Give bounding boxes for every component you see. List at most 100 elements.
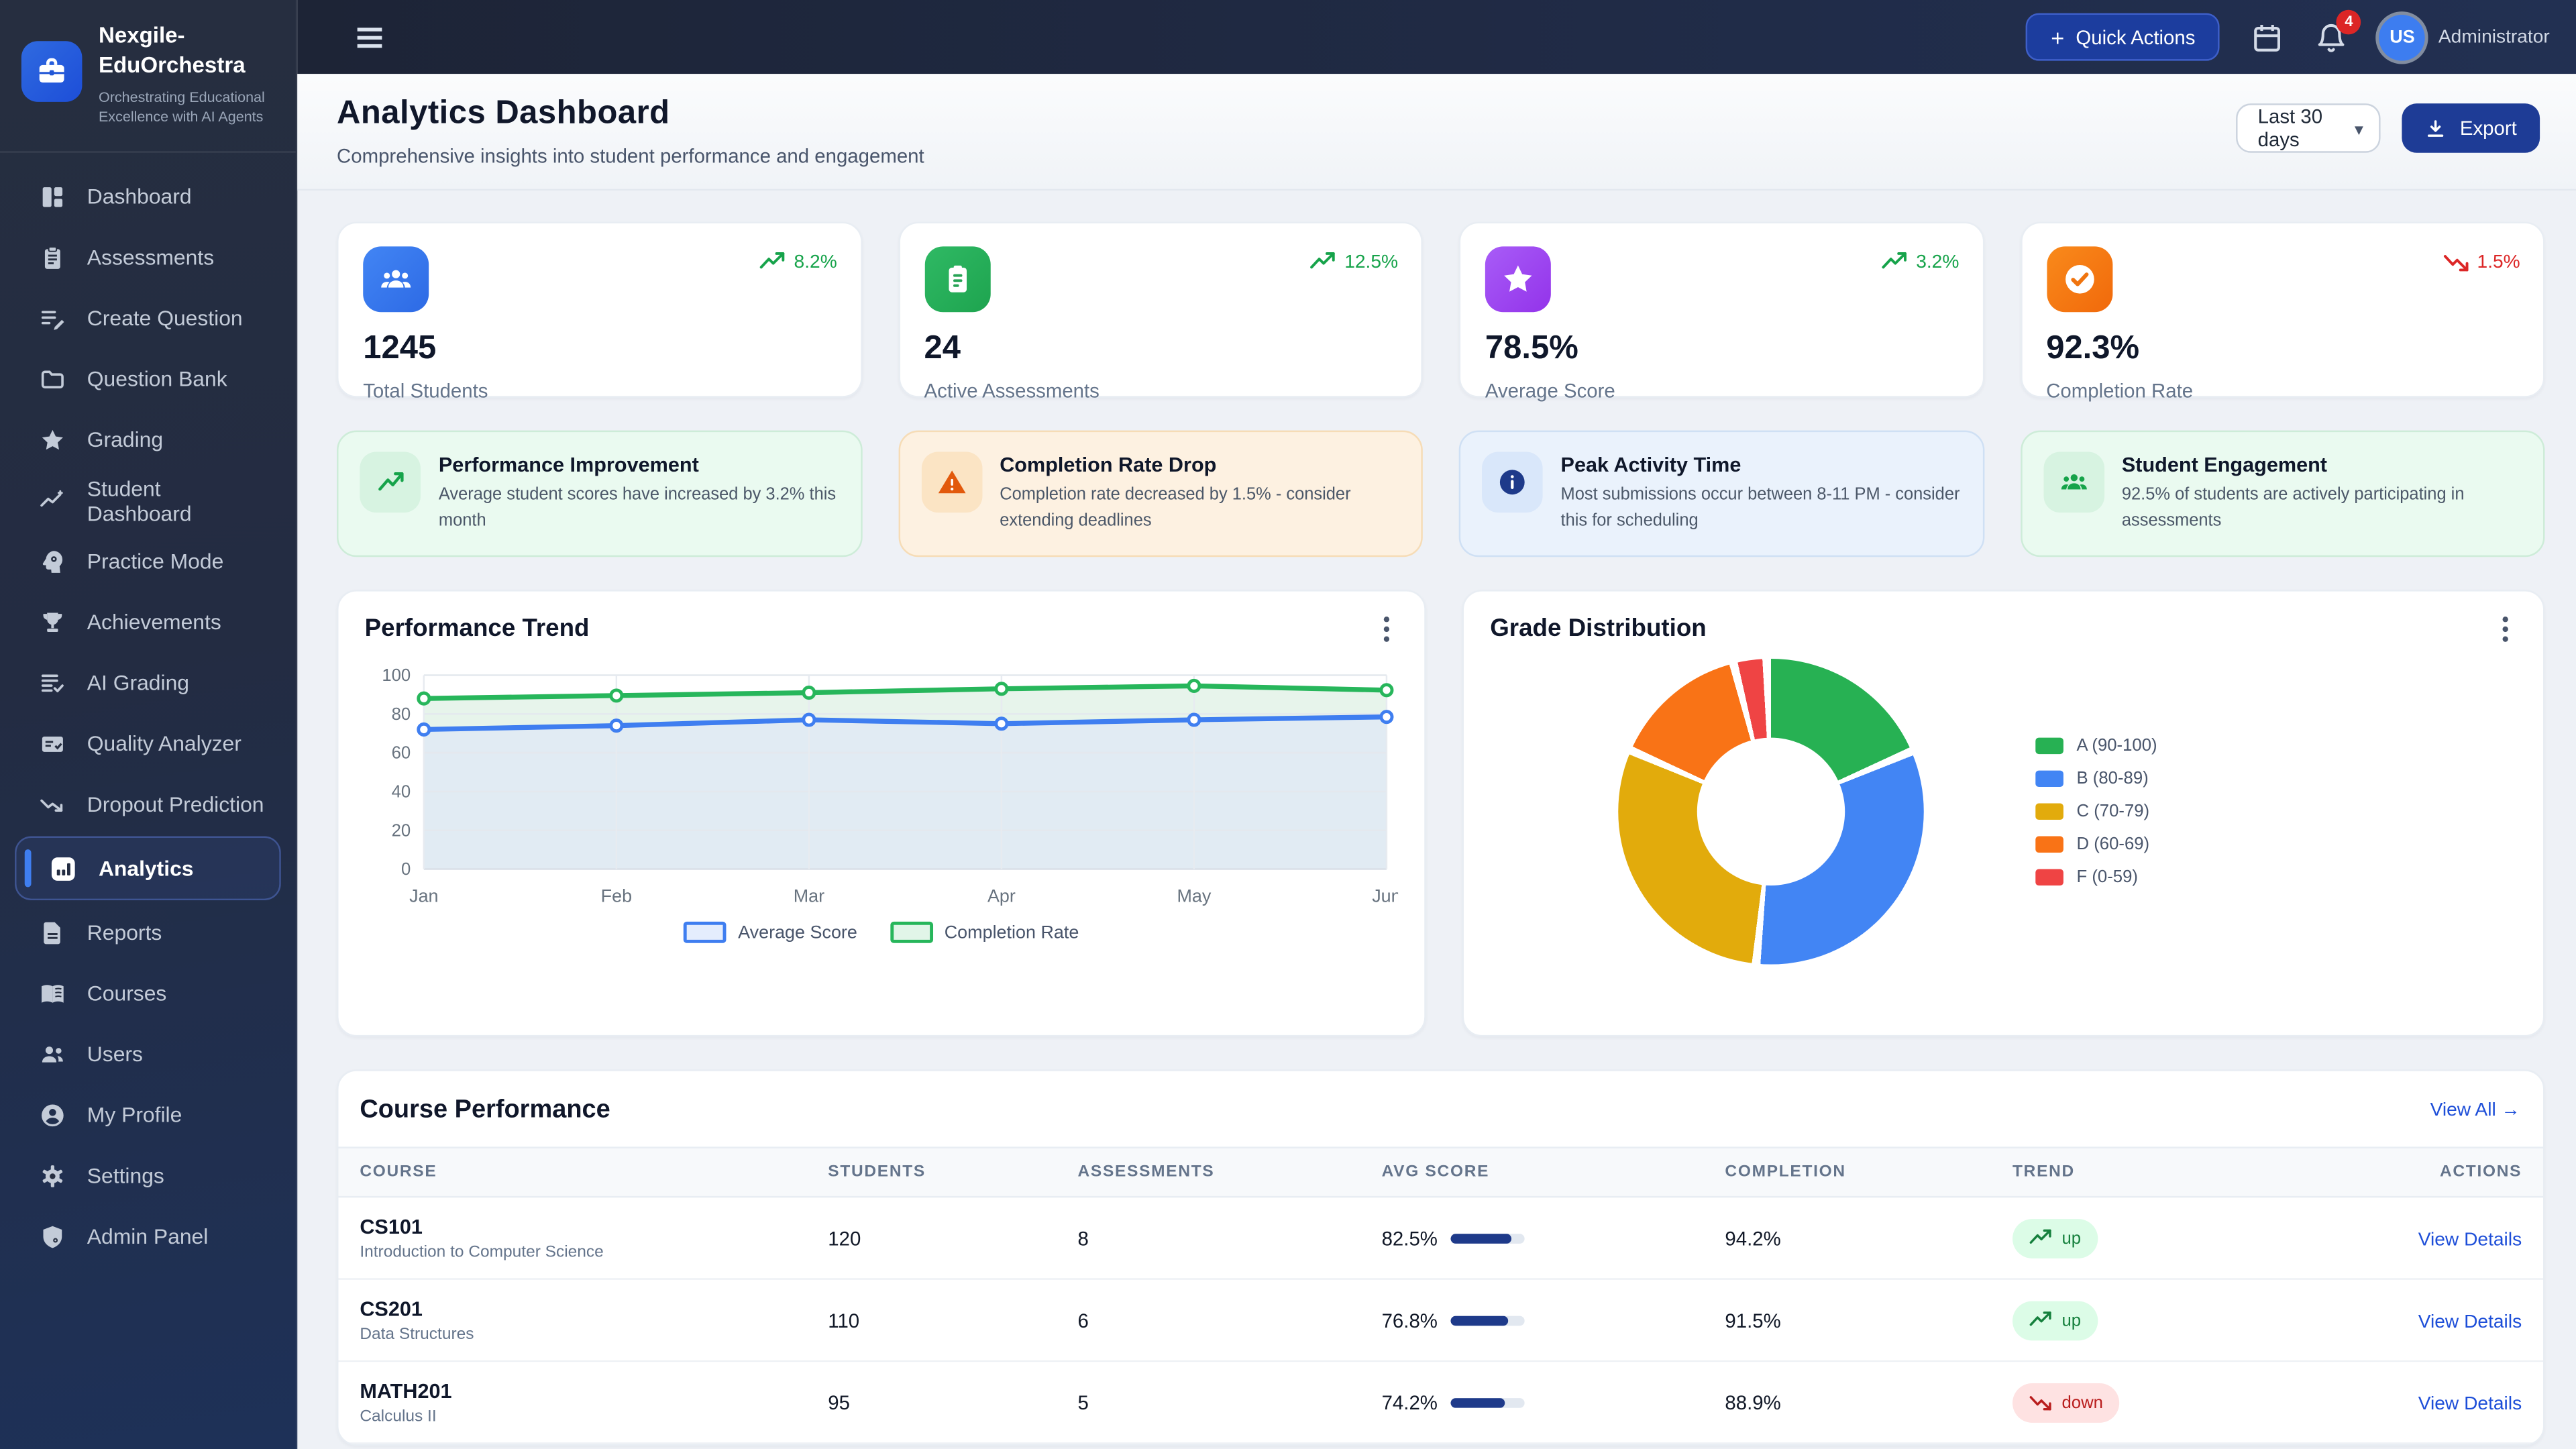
sidebar-item-users[interactable]: Users — [15, 1024, 281, 1085]
legend-item-average-score: Average Score — [684, 922, 857, 943]
completion-cell: 91.5% — [1725, 1309, 2012, 1332]
sidebar-nav: Dashboard Assessments Create Question Qu… — [0, 153, 296, 1267]
trend-down-icon — [38, 790, 66, 818]
kebab-menu-icon[interactable] — [1372, 614, 1401, 644]
sidebar-item-admin-panel[interactable]: Admin Panel — [15, 1206, 281, 1267]
stat-trend: 3.2% — [1882, 250, 1960, 276]
svg-text:Feb: Feb — [601, 885, 632, 906]
insight-card-completion-rate-drop: Completion Rate Drop Completion rate dec… — [898, 431, 1422, 557]
chevron-down-icon: ▼ — [2351, 121, 2366, 138]
stat-label: Total Students — [363, 380, 835, 402]
sidebar-item-courses[interactable]: Courses — [15, 963, 281, 1024]
star-icon — [38, 426, 66, 454]
sidebar-item-my-profile[interactable]: My Profile — [15, 1085, 281, 1146]
users-icon — [38, 1040, 66, 1069]
insight-desc: Average student scores have increased by… — [439, 483, 839, 536]
avg-bar-fill — [1451, 1315, 1508, 1325]
trend-pill: down — [2012, 1383, 2119, 1422]
avatar: US — [2379, 14, 2426, 60]
view-details-link[interactable]: View Details — [2418, 1394, 2522, 1413]
course-name: Calculus II — [360, 1407, 828, 1426]
sidebar-item-ai-grading[interactable]: AI Grading — [15, 653, 281, 714]
donut-legend: A (90-100) B (80-89) C (70-79) D (60-69)… — [2035, 736, 2157, 887]
export-button[interactable]: Export — [2402, 103, 2540, 152]
insight-desc: 92.5% of students are actively participa… — [2122, 483, 2522, 536]
gear-icon — [38, 1162, 66, 1190]
sidebar-item-dropout-prediction[interactable]: Dropout Prediction — [15, 774, 281, 835]
sidebar-item-reports[interactable]: Reports — [15, 902, 281, 963]
logo-row: Nexgile-EduOrchestra Orchestrating Educa… — [0, 0, 296, 153]
table-row: MATH201 Calculus II 95 5 74.2% 88.9% dow… — [338, 1362, 2543, 1444]
notifications-bell-icon[interactable]: 4 — [2315, 21, 2348, 54]
sidebar-item-label: AI Grading — [87, 670, 189, 695]
head-gear-icon — [38, 547, 66, 576]
stat-value: 24 — [924, 330, 1397, 368]
view-details-link[interactable]: View Details — [2418, 1230, 2522, 1249]
shield-icon — [38, 1222, 66, 1250]
trending-up-icon — [759, 250, 786, 276]
sidebar-item-student-dashboard[interactable]: Student Dashboard — [15, 470, 281, 531]
user-role-label: Administrator — [2438, 27, 2550, 46]
sidebar-item-label: Analytics — [99, 856, 194, 881]
kebab-menu-icon[interactable] — [2491, 614, 2520, 644]
legend-item-grade-c: C (70-79) — [2035, 802, 2157, 821]
view-details-link[interactable]: View Details — [2418, 1312, 2522, 1332]
info-circle-icon — [1482, 451, 1543, 513]
chart-title: Grade Distribution — [1490, 614, 2517, 643]
hamburger-menu-icon[interactable] — [352, 19, 388, 55]
donut-chart-area: A (90-100) B (80-89) C (70-79) D (60-69)… — [1490, 659, 2517, 965]
legend-swatch — [2035, 869, 2063, 885]
stat-value: 1245 — [363, 330, 835, 368]
sidebar-item-create-question[interactable]: Create Question — [15, 288, 281, 349]
completion-cell: 94.2% — [1725, 1226, 2012, 1249]
topbar-actions: + Quick Actions 4 US Administrator — [2026, 13, 2549, 61]
trend-line-icon — [38, 486, 66, 515]
user-menu[interactable]: US Administrator — [2379, 14, 2550, 60]
course-name: Data Structures — [360, 1325, 828, 1343]
insight-title: Peak Activity Time — [1561, 453, 1961, 476]
date-range-select[interactable]: Last 30 days ▼ — [2237, 103, 2381, 152]
avg-score-cell: 74.2% — [1382, 1391, 1725, 1413]
column-header: Trend — [2012, 1163, 2341, 1181]
score-progress-bar — [1451, 1233, 1525, 1243]
quick-actions-button[interactable]: + Quick Actions — [2026, 13, 2220, 61]
page-header: Analytics Dashboard Comprehensive insigh… — [297, 74, 2576, 191]
sidebar-item-analytics[interactable]: Analytics — [15, 837, 281, 901]
view-all-link[interactable]: View All → — [2430, 1101, 2520, 1120]
sidebar-item-practice-mode[interactable]: Practice Mode — [15, 531, 281, 592]
svg-text:Jan: Jan — [409, 885, 438, 906]
trending-up-icon — [2029, 1309, 2051, 1332]
sidebar-item-label: Dropout Prediction — [87, 792, 264, 817]
card-check-icon — [38, 730, 66, 758]
completion-cell: 88.9% — [1725, 1391, 2012, 1413]
sidebar-item-label: Assessments — [87, 245, 214, 270]
sidebar-item-dashboard[interactable]: Dashboard — [15, 166, 281, 227]
app-window: Nexgile-EduOrchestra Orchestrating Educa… — [0, 0, 2576, 1449]
trend-chart: 020406080100JanFebMarAprMayJun — [365, 662, 1398, 912]
column-header: Course — [360, 1163, 828, 1181]
charts-row: Performance Trend 020406080100JanFebMarA… — [337, 590, 2544, 1036]
calendar-icon[interactable] — [2251, 21, 2284, 54]
course-performance-card: Course Performance View All → Course Stu… — [337, 1069, 2544, 1446]
sidebar-item-quality-analyzer[interactable]: Quality Analyzer — [15, 713, 281, 774]
sidebar-item-question-bank[interactable]: Question Bank — [15, 348, 281, 409]
legend-swatch — [890, 922, 933, 943]
sidebar-item-settings[interactable]: Settings — [15, 1145, 281, 1206]
sidebar-item-assessments[interactable]: Assessments — [15, 227, 281, 288]
insight-card-student-engagement: Student Engagement 92.5% of students are… — [2020, 431, 2544, 557]
table-header: Course Performance View All → — [338, 1071, 2543, 1147]
table-title: Course Performance — [360, 1095, 610, 1125]
sidebar-item-achievements[interactable]: Achievements — [15, 592, 281, 653]
top-header: + Quick Actions 4 US Administrator — [297, 0, 2576, 74]
stat-card-average-score: 3.2% 78.5% Average Score — [1459, 222, 1984, 398]
sidebar-item-grading[interactable]: Grading — [15, 409, 281, 470]
sidebar-item-label: Users — [87, 1042, 143, 1067]
stat-label: Completion Rate — [2046, 380, 2518, 402]
trending-up-icon — [360, 451, 421, 513]
trend-pill: up — [2012, 1300, 2098, 1340]
svg-text:Mar: Mar — [794, 885, 824, 906]
svg-text:80: 80 — [392, 705, 411, 724]
sidebar-item-label: Courses — [87, 981, 167, 1006]
avg-bar-fill — [1451, 1397, 1506, 1407]
insight-card-performance-improvement: Performance Improvement Average student … — [337, 431, 861, 557]
